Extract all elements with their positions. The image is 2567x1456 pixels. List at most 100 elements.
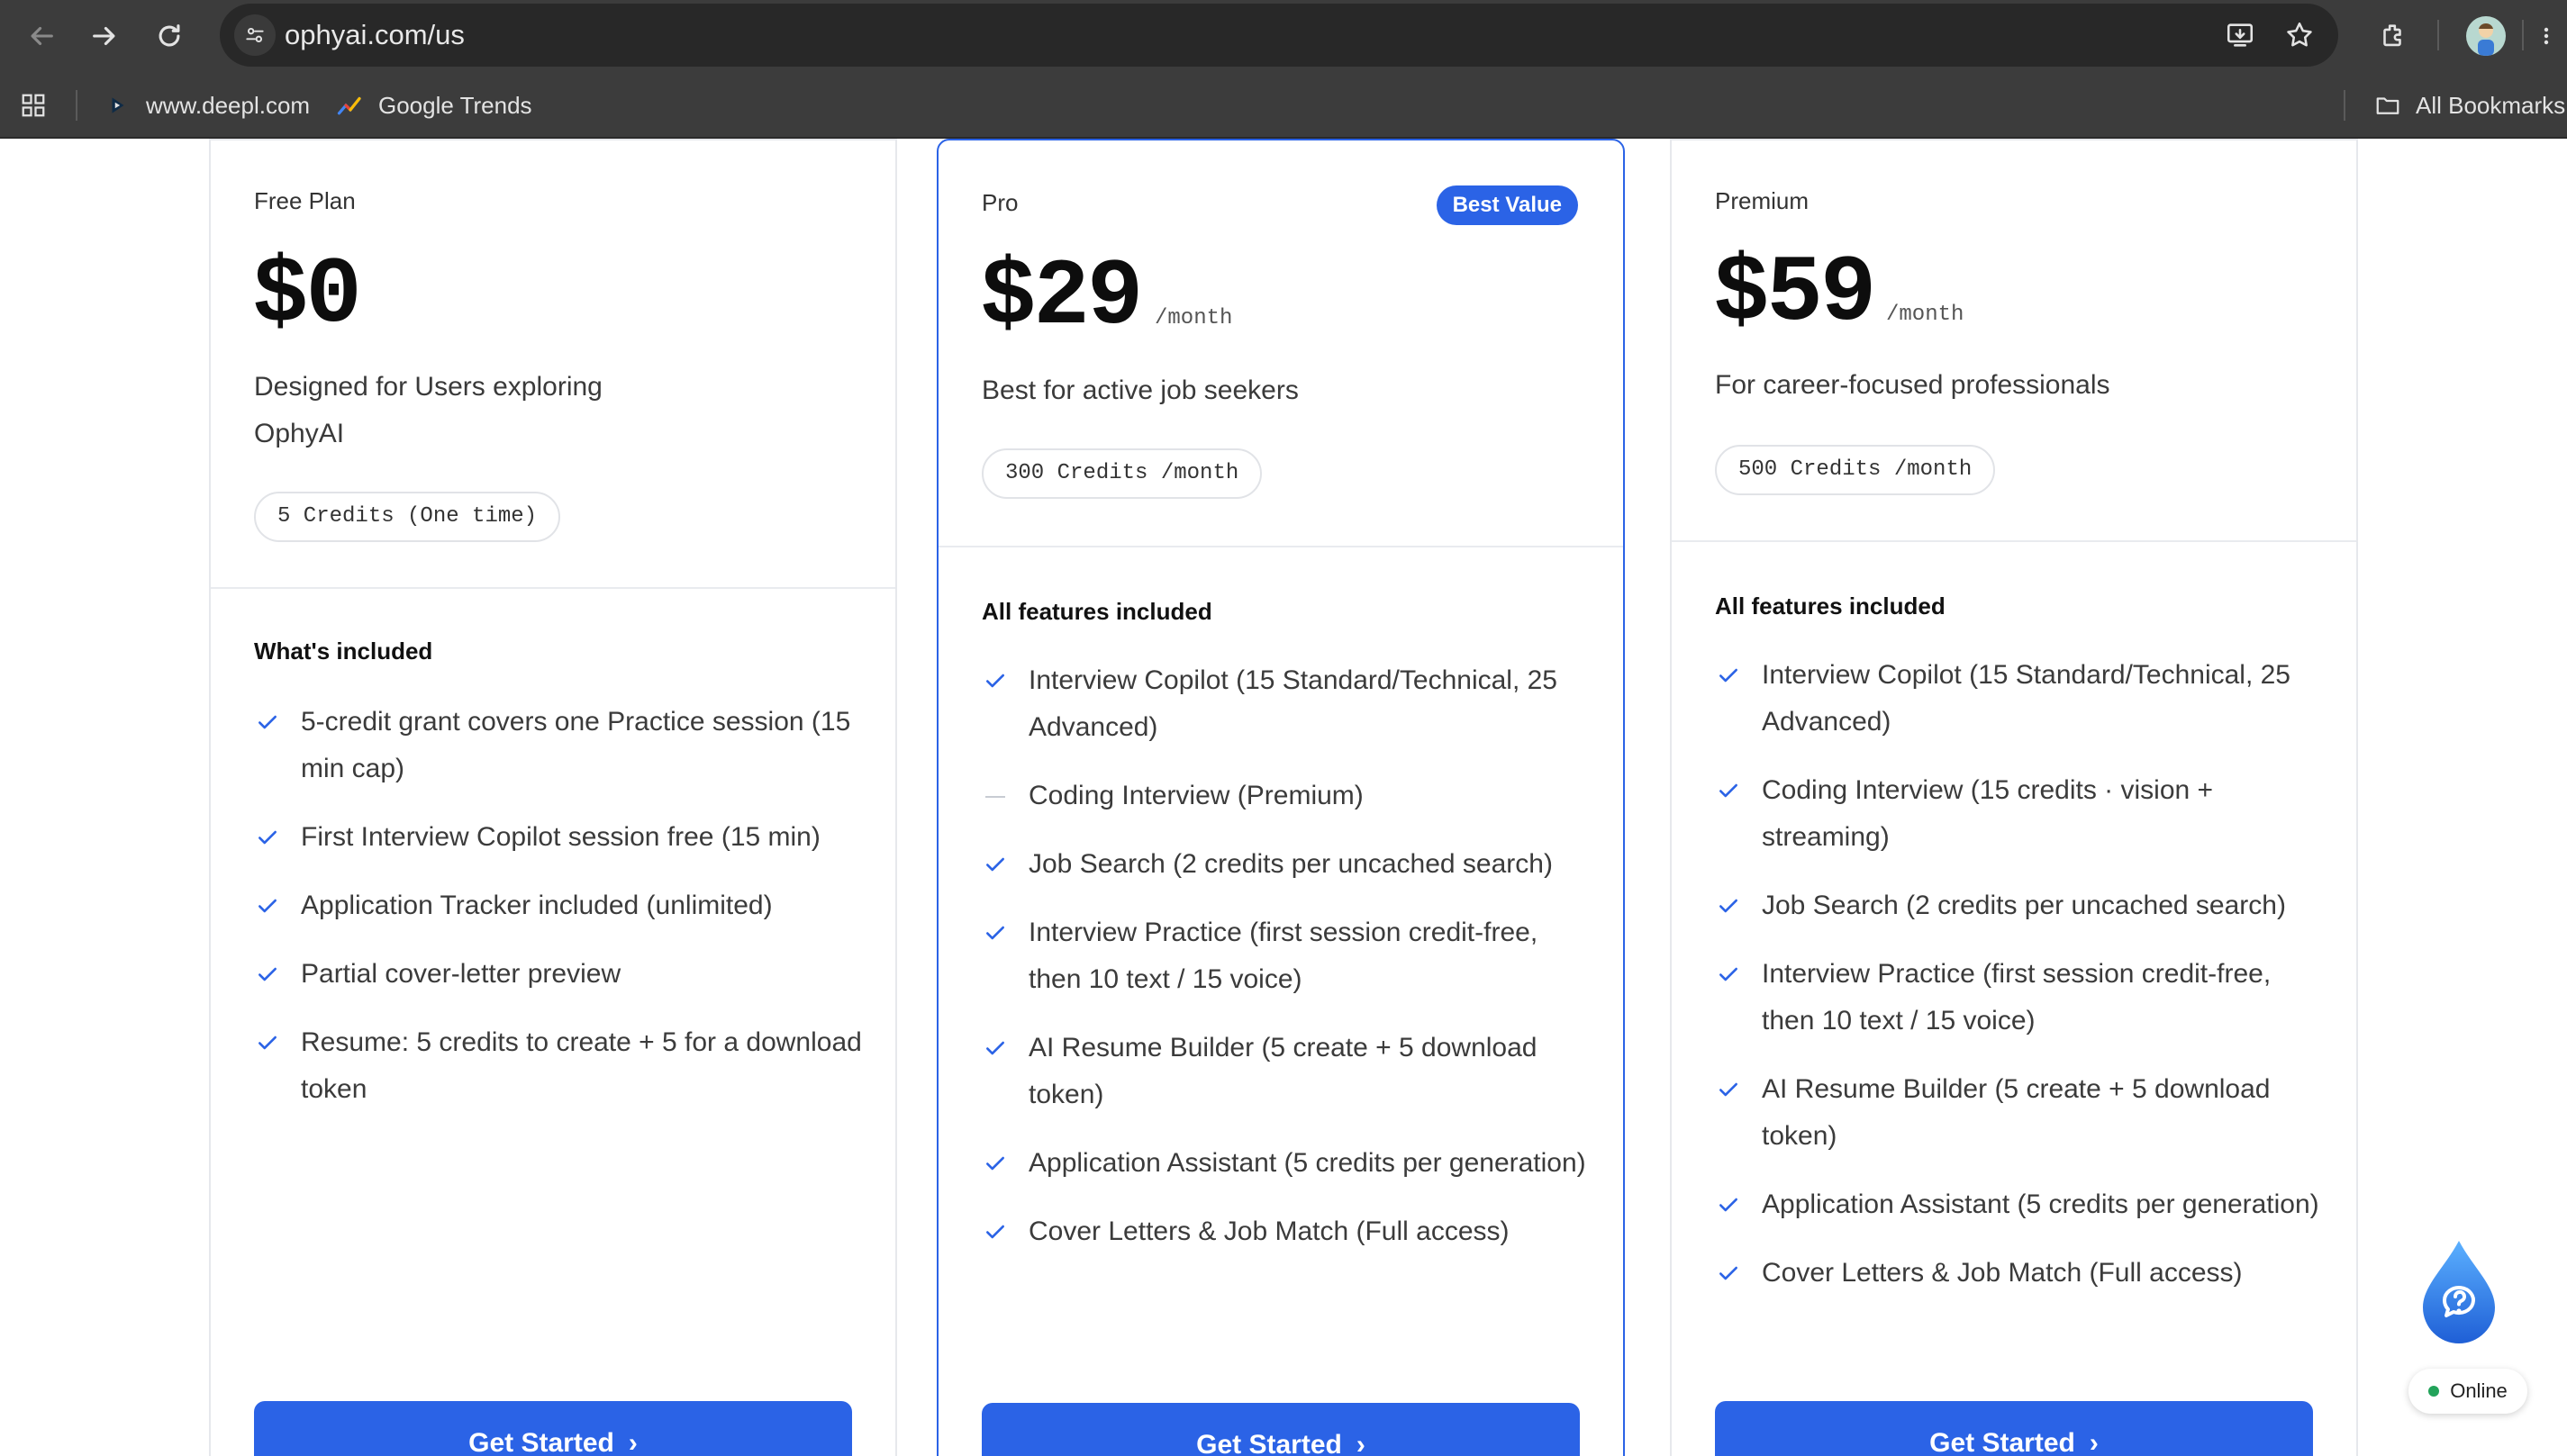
feature-item: 5-credit grant covers one Practice sessi… [254,699,866,792]
section-title: All features included [1715,592,1946,619]
all-bookmarks-button[interactable]: All Bookmarks [2374,72,2565,139]
bookmarks-bar: www.deepl.com Google Trends All Bookmark… [0,72,2567,139]
feature-list: Interview Copilot (15 Standard/Technical… [982,657,1594,1277]
plan-card-premium: Premium $59 /month For career-focused pr… [1670,139,2358,1456]
feature-text: Job Search (2 credits per uncached searc… [1029,849,1553,879]
credits-pill: 500 Credits /month [1715,445,1996,495]
deepl-icon [104,92,132,119]
check-icon [982,852,1009,877]
toolbar-divider [2522,20,2524,50]
plan-price: $0 [252,243,362,349]
check-icon [254,893,281,918]
feature-text: Partial cover-letter preview [301,959,621,989]
check-icon [982,668,1009,693]
check-icon [982,1151,1009,1176]
feature-item: Interview Copilot (15 Standard/Technical… [1715,652,2327,746]
dash-icon [982,783,1009,809]
menu-kebab-icon[interactable] [2533,16,2560,56]
feature-item: Partial cover-letter preview [254,951,866,998]
apps-grid-button[interactable] [20,72,61,139]
arrow-right-icon [93,26,115,46]
bookmark-google-trends[interactable]: Google Trends [337,72,532,139]
plan-description: Best for active job seekers [982,375,1299,405]
plan-description: Designed for Users exploring OphyAI [254,364,830,457]
online-dot [2428,1386,2440,1397]
feature-item: Interview Practice (first session credit… [1715,951,2327,1045]
feature-item: Coding Interview (Premium) [982,773,1594,819]
address-bar[interactable]: ophyai.com/us [220,4,2338,67]
check-icon [1715,893,1742,918]
reload-button[interactable] [146,13,193,59]
feature-item: Application Assistant (5 credits per gen… [1715,1181,2327,1228]
back-button[interactable] [18,13,65,59]
section-title: What's included [254,638,433,665]
all-bookmarks-label: All Bookmarks [2416,91,2566,119]
bookmarks-divider [76,90,77,121]
feature-item: AI Resume Builder (5 create + 5 download… [982,1025,1594,1118]
button-label: Get Started [1196,1430,1342,1456]
feature-item: Interview Practice (first session credit… [982,909,1594,1003]
url-text[interactable]: ophyai.com/us [285,4,465,67]
feature-text: AI Resume Builder (5 create + 5 download… [1029,1033,1537,1109]
feature-item: Resume: 5 credits to create + 5 for a do… [254,1019,866,1113]
browser-toolbar: ophyai.com/us [0,0,2567,72]
extensions-icon[interactable] [2372,16,2412,56]
feature-text: Application Assistant (5 credits per gen… [1029,1148,1586,1178]
site-info-icon[interactable] [234,14,276,56]
check-icon [254,710,281,735]
feature-item: Application Assistant (5 credits per gen… [982,1140,1594,1187]
get-started-button[interactable]: Get Started › [982,1403,1580,1456]
chat-launcher-button[interactable] [2419,1237,2499,1345]
google-trends-icon [337,92,364,119]
get-started-button[interactable]: Get Started › [1715,1401,2313,1456]
feature-item: Cover Letters & Job Match (Full access) [1715,1250,2327,1297]
feature-item: Coding Interview (15 credits · vision + … [1715,767,2327,861]
check-icon [254,1030,281,1055]
help-chat-icon [2423,1241,2495,1343]
feature-text: First Interview Copilot session free (15… [301,822,821,852]
apps-grid-icon [20,92,47,119]
plan-description: For career-focused professionals [1715,370,2110,400]
feature-item: AI Resume Builder (5 create + 5 download… [1715,1066,2327,1160]
plan-price: $29 [980,245,1143,351]
feature-text: AI Resume Builder (5 create + 5 download… [1762,1074,2271,1151]
check-icon [254,962,281,987]
feature-text: Coding Interview (15 credits · vision + … [1762,775,2214,852]
bookmark-deepl[interactable]: www.deepl.com [104,72,310,139]
feature-text: Cover Letters & Job Match (Full access) [1029,1216,1510,1246]
bookmark-label: Google Trends [378,91,532,119]
feature-text: 5-credit grant covers one Practice sessi… [301,707,851,783]
bookmark-star-icon[interactable] [2282,18,2317,52]
feature-item: Job Search (2 credits per uncached searc… [982,841,1594,888]
feature-list: Interview Copilot (15 Standard/Technical… [1715,652,2327,1318]
install-app-icon[interactable] [2223,18,2257,52]
button-label: Get Started [468,1428,614,1456]
feature-text: Application Assistant (5 credits per gen… [1762,1189,2319,1219]
check-icon [1715,1077,1742,1102]
feature-text: Interview Practice (first session credit… [1029,918,1538,994]
plan-description-line: Designed for Users exploring [254,372,603,402]
feature-text: Interview Practice (first session credit… [1762,959,2272,1035]
plan-description-line: OphyAI [254,419,345,448]
feature-text: Coding Interview (Premium) [1029,781,1364,810]
check-icon [1715,663,1742,688]
plan-name: Premium [1715,187,1810,214]
check-icon [1715,1192,1742,1217]
credits-pill: 300 Credits /month [982,448,1263,499]
chevron-right-icon: › [1356,1430,1365,1456]
price-period: /month [1155,306,1233,330]
check-icon [1715,1261,1742,1286]
feature-text: Interview Copilot (15 Standard/Technical… [1029,665,1557,742]
plan-name: Free Plan [254,187,356,214]
check-icon [982,920,1009,945]
check-icon [982,1035,1009,1061]
feature-text: Application Tracker included (unlimited) [301,891,773,920]
profile-avatar[interactable] [2466,16,2506,56]
get-started-button[interactable]: Get Started › [254,1401,852,1456]
feature-list: 5-credit grant covers one Practice sessi… [254,699,866,1135]
best-value-badge: Best Value [1436,185,1578,225]
forward-button[interactable] [81,13,128,59]
feature-item: Application Tracker included (unlimited) [254,882,866,929]
check-icon [254,825,281,850]
toolbar-divider [2437,20,2439,50]
